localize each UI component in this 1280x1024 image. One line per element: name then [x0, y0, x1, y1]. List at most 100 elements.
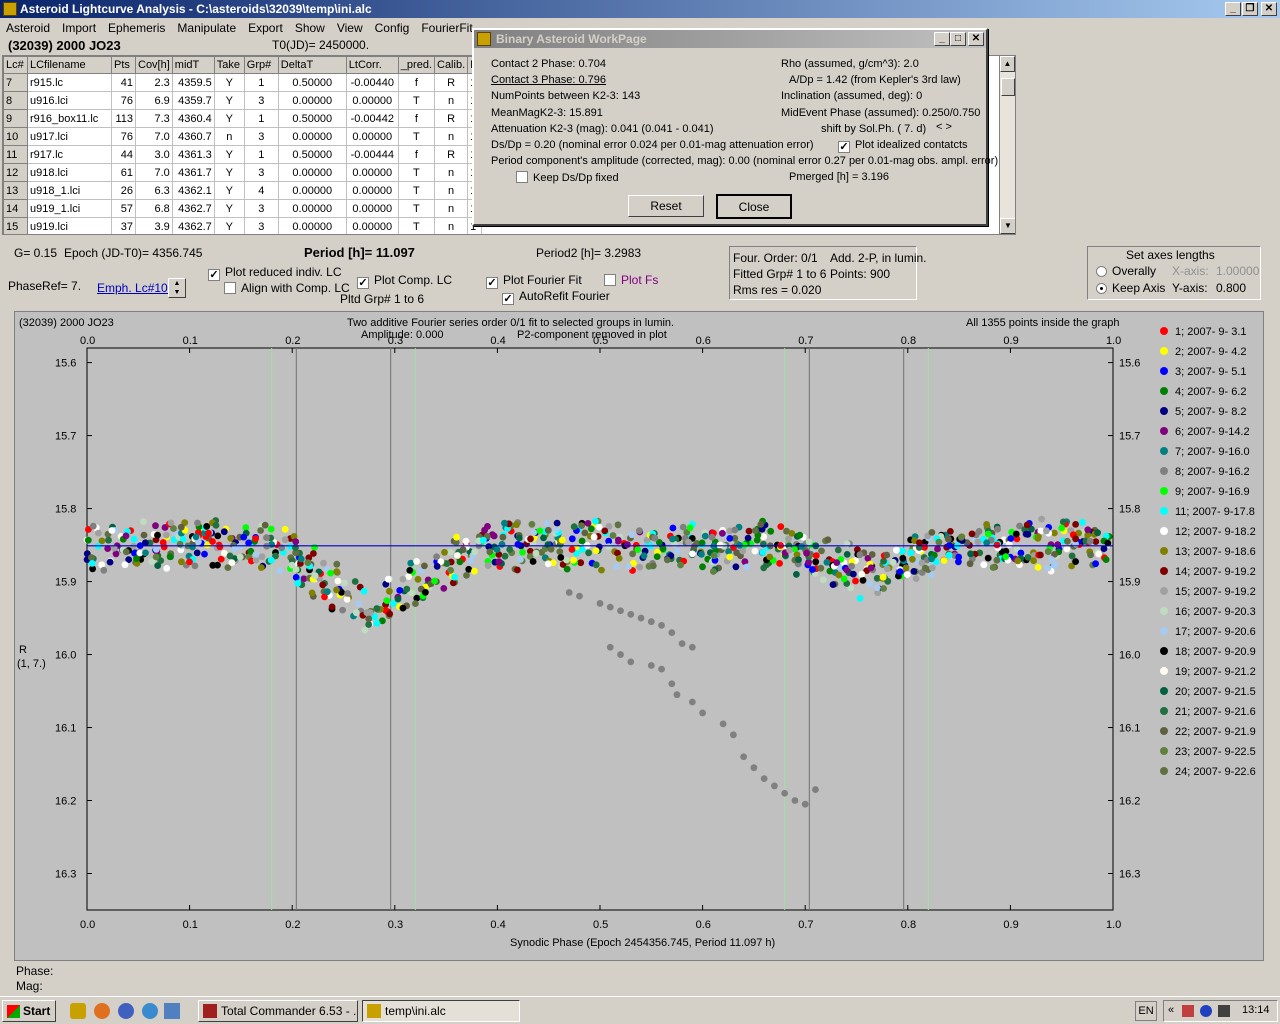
column-header-4[interactable]: midT: [171, 56, 215, 74]
table-cell[interactable]: 113: [111, 109, 136, 128]
radio-dot[interactable]: [1096, 283, 1107, 294]
table-cell[interactable]: 7.0: [135, 127, 173, 146]
table-cell[interactable]: 4359.7: [171, 91, 215, 110]
checkbox-box[interactable]: ✓: [502, 293, 514, 305]
plot-fs-checkbox[interactable]: Plot Fs: [604, 273, 658, 287]
table-cell[interactable]: T: [397, 91, 436, 110]
task-total-commander[interactable]: Total Commander 6.53 - ...: [198, 1000, 358, 1022]
table-cell[interactable]: 10: [3, 127, 28, 146]
table-cell[interactable]: 0.00000: [277, 181, 347, 200]
keep-dsdp-fixed-checkbox[interactable]: Keep Ds/Dp fixed: [516, 171, 619, 184]
shift-arrows[interactable]: < >: [936, 121, 952, 133]
table-row[interactable]: 8u916.lci766.94359.7Y30.000000.00000Tn1: [3, 91, 483, 110]
menu-manipulate[interactable]: Manipulate: [171, 21, 242, 35]
quicklaunch-app-icon[interactable]: [70, 1003, 86, 1019]
table-cell[interactable]: T: [397, 163, 436, 182]
table-row[interactable]: 15 u919.lci 37 3.9 4362.7 Y 3 0.00000 0.00000 Tn 1: [3, 217, 483, 234]
column-header-0[interactable]: Lc#: [3, 56, 28, 74]
checkbox-box[interactable]: ✓: [486, 277, 498, 289]
table-cell[interactable]: 6.3: [135, 181, 173, 200]
table-cell[interactable]: 61: [111, 163, 136, 182]
table-cell[interactable]: 8: [3, 91, 28, 110]
xaxis-value[interactable]: 1.00000: [1216, 264, 1259, 278]
table-cell[interactable]: 1: [243, 145, 279, 164]
reset-button[interactable]: Reset: [628, 195, 704, 217]
table-cell[interactable]: n: [433, 217, 469, 234]
autorefit-checkbox[interactable]: ✓ AutoRefit Fourier: [502, 289, 610, 305]
table-cell[interactable]: T: [397, 181, 436, 200]
table-cell[interactable]: n: [433, 199, 469, 218]
desktop-icon[interactable]: [164, 1003, 180, 1019]
tray-icon[interactable]: [1182, 1005, 1194, 1017]
table-cell[interactable]: -0.00440: [345, 73, 399, 92]
table-cell[interactable]: 12: [3, 163, 28, 182]
dialog-title-bar[interactable]: Binary Asteroid WorkPage _ □ ✕: [474, 30, 986, 48]
checkbox-box[interactable]: [516, 171, 528, 183]
table-cell[interactable]: u919.lci: [27, 217, 112, 234]
menu-import[interactable]: Import: [56, 21, 102, 35]
menu-ephemeris[interactable]: Ephemeris: [102, 21, 171, 35]
table-cell[interactable]: n: [433, 181, 469, 200]
table-cell[interactable]: 3.0: [135, 145, 173, 164]
contact3-phase[interactable]: Contact 3 Phase: 0.796: [491, 74, 606, 86]
table-cell[interactable]: 0.00000: [277, 127, 347, 146]
menu-view[interactable]: View: [331, 21, 369, 35]
table-cell[interactable]: 2.3: [135, 73, 173, 92]
table-cell[interactable]: 76: [111, 127, 136, 146]
plot-idealized-checkbox[interactable]: ✓ Plot idealized contatcts: [838, 139, 968, 153]
menu-export[interactable]: Export: [242, 21, 289, 35]
emph-spinner[interactable]: ▲ ▼: [168, 278, 186, 298]
language-indicator[interactable]: EN: [1135, 1001, 1157, 1021]
tray-volume-icon[interactable]: [1218, 1005, 1230, 1017]
table-cell[interactable]: R: [433, 145, 469, 164]
firefox-icon[interactable]: [94, 1003, 110, 1019]
maximize-button[interactable]: ❐: [1242, 2, 1258, 16]
column-header-10[interactable]: Calib.: [433, 56, 469, 74]
table-cell[interactable]: u917.lci: [27, 127, 112, 146]
table-cell[interactable]: 3: [243, 127, 279, 146]
table-cell[interactable]: u918_1.lci: [27, 181, 112, 200]
table-cell[interactable]: Y: [213, 163, 245, 182]
table-cell[interactable]: 0.50000: [277, 109, 347, 128]
table-cell[interactable]: Y: [213, 91, 245, 110]
table-cell[interactable]: T: [397, 199, 436, 218]
table-cell[interactable]: 44: [111, 145, 136, 164]
scrollbar-thumb[interactable]: [1001, 78, 1015, 96]
table-row[interactable]: 7r915.lc412.34359.5Y10.50000-0.00440fR1: [3, 73, 483, 92]
table-cell[interactable]: 4362.7: [171, 199, 215, 218]
yaxis-value[interactable]: 0.800: [1216, 281, 1246, 295]
checkbox-box[interactable]: ✓: [357, 277, 369, 289]
table-cell[interactable]: 3: [243, 199, 279, 218]
table-cell[interactable]: 26: [111, 181, 136, 200]
column-header-3[interactable]: Cov[h]: [135, 56, 173, 74]
table-cell[interactable]: f: [397, 73, 436, 92]
table-cell[interactable]: 0.00000: [345, 199, 399, 218]
table-cell[interactable]: 3: [243, 91, 279, 110]
table-cell[interactable]: T: [397, 127, 436, 146]
column-header-5[interactable]: Take: [213, 56, 245, 74]
table-cell[interactable]: Y: [213, 145, 245, 164]
table-cell[interactable]: Y: [213, 109, 245, 128]
lightcurve-chart[interactable]: (32039) 2000 JO23 Two additive Fourier se…: [15, 312, 1263, 960]
table-cell[interactable]: 0.00000: [277, 217, 347, 234]
table-cell[interactable]: 0.00000: [277, 163, 347, 182]
table-cell[interactable]: 14: [3, 199, 28, 218]
table-cell[interactable]: n: [213, 127, 245, 146]
table-cell[interactable]: 11: [3, 145, 28, 164]
table-cell[interactable]: 3: [243, 217, 279, 234]
binary-asteroid-dialog[interactable]: Binary Asteroid WorkPage _ □ ✕ Contact 2…: [472, 28, 998, 226]
table-cell[interactable]: n: [433, 163, 469, 182]
column-header-8[interactable]: LtCorr.: [345, 56, 399, 74]
emph-lc-link[interactable]: Emph. Lc#10:: [97, 281, 171, 295]
checkbox-box[interactable]: ✓: [838, 141, 850, 153]
table-cell[interactable]: -0.00442: [345, 109, 399, 128]
table-cell[interactable]: 9: [3, 109, 28, 128]
table-cell[interactable]: 0.00000: [345, 127, 399, 146]
checkbox-box[interactable]: [224, 282, 236, 294]
ie-icon[interactable]: [142, 1003, 158, 1019]
table-cell[interactable]: 3.9: [135, 217, 173, 234]
pltd-grp[interactable]: Pltd Grp# 1 to 6: [340, 292, 424, 306]
table-cell[interactable]: 0.00000: [345, 217, 399, 234]
table-cell[interactable]: 1: [243, 109, 279, 128]
table-row[interactable]: 14 u919_1.lci 57 6.8 4362.7 Y 3 0.00000 0.00000 T…: [3, 199, 483, 218]
